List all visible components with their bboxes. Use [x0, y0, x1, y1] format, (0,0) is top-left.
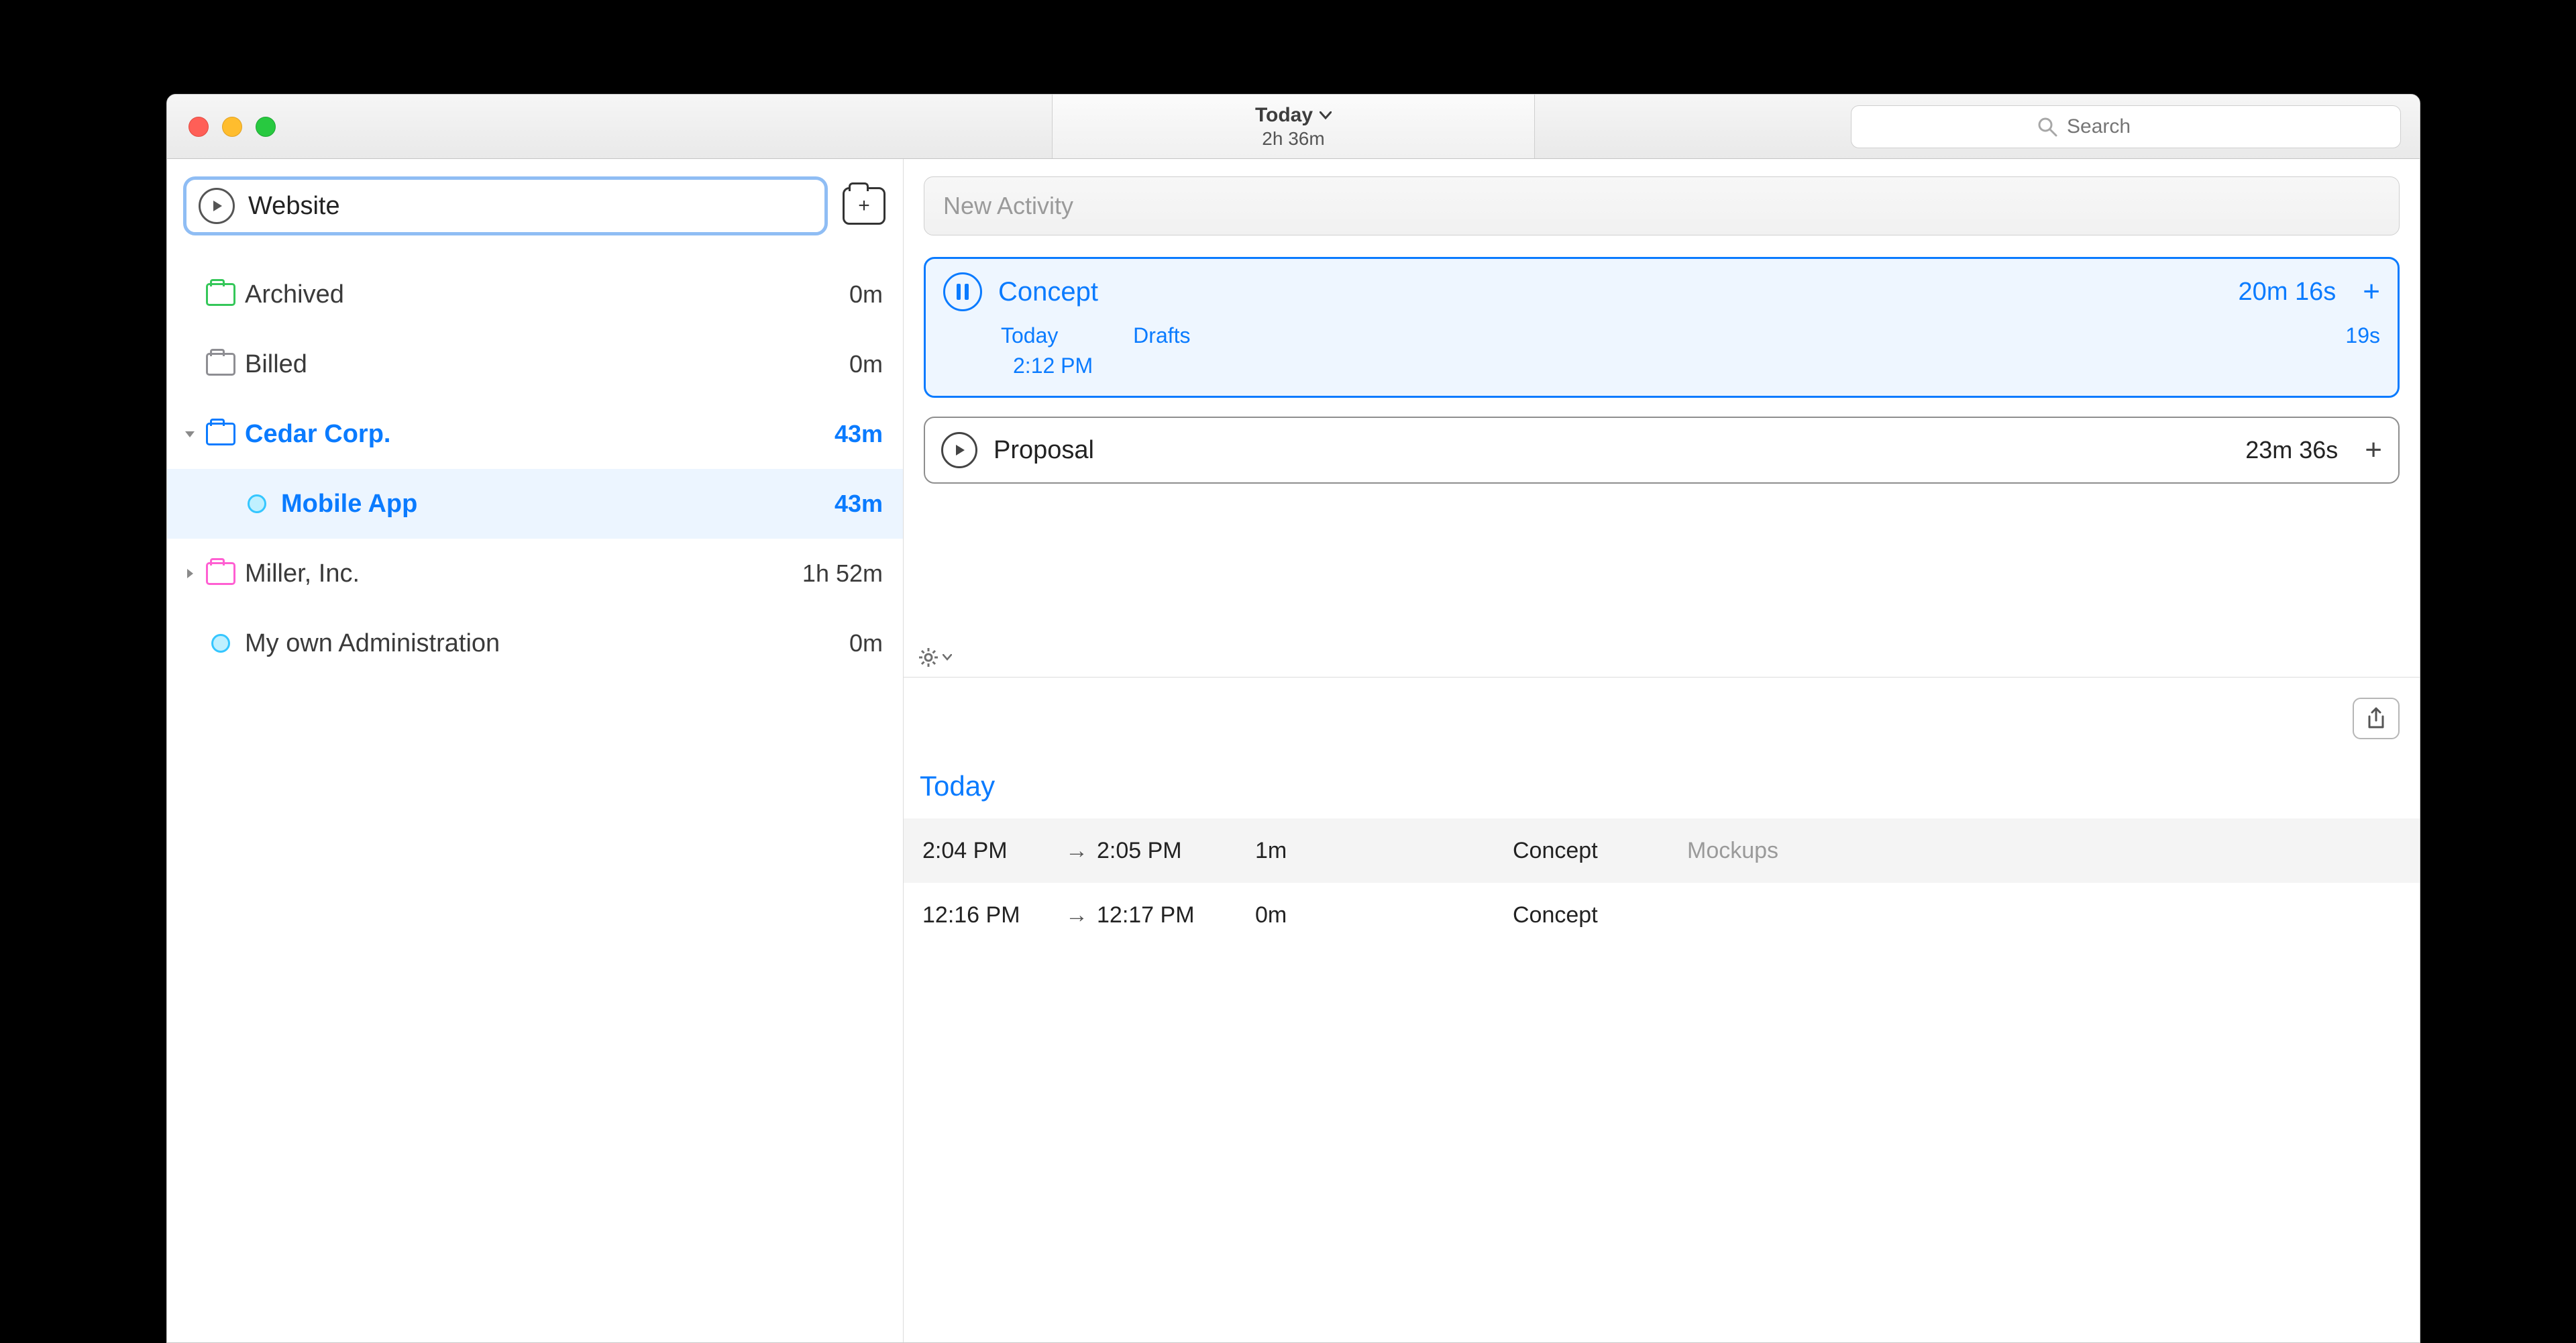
sidebar-item-time: 0m: [849, 280, 883, 309]
activity-card-concept[interactable]: Concept 20m 16s + Today 2:12 PM Drafts: [924, 257, 2400, 398]
folder-icon: [206, 283, 235, 306]
search-icon: [2037, 117, 2057, 137]
log-row[interactable]: 2:04 PM → 2:05 PM 1m Concept Mockups: [904, 818, 2420, 883]
entry-day: Today: [1001, 323, 1093, 348]
add-time-button[interactable]: +: [2352, 277, 2380, 307]
sidebar-item-label: Billed: [239, 350, 849, 379]
sidebar-item-label: Cedar Corp.: [239, 420, 835, 449]
activity-card-proposal[interactable]: Proposal 23m 36s +: [924, 417, 2400, 484]
entry-duration: 19s: [2345, 323, 2380, 348]
log-to: 12:17 PM: [1097, 902, 1231, 928]
new-activity-field[interactable]: New Activity: [924, 176, 2400, 235]
log-from: 12:16 PM: [922, 902, 1057, 928]
chevron-down-icon: [1320, 111, 1332, 119]
arrow-icon: →: [1057, 838, 1097, 864]
sidebar-item-time: 43m: [835, 420, 883, 448]
sidebar-item-my-own-administration[interactable]: My own Administration 0m: [167, 608, 903, 678]
close-window-button[interactable]: [189, 117, 209, 137]
sidebar-item-time: 0m: [849, 629, 883, 657]
new-project-field[interactable]: [183, 176, 828, 235]
app-window: Today 2h 36m: [166, 94, 2420, 1343]
titlebar: Today 2h 36m: [167, 95, 2420, 159]
disclosure-triangle-icon[interactable]: [178, 427, 202, 441]
disclosure-triangle-icon[interactable]: [178, 567, 202, 580]
log-to: 2:05 PM: [1097, 838, 1231, 864]
total-time: 2h 36m: [1262, 128, 1324, 150]
new-project-input[interactable]: [248, 192, 812, 221]
sidebar-item-label: Archived: [239, 280, 849, 309]
log-from: 2:04 PM: [922, 838, 1057, 864]
new-activity-placeholder: New Activity: [943, 192, 1073, 220]
sidebar-item-archived[interactable]: Archived 0m: [167, 260, 903, 329]
chevron-down-icon: [943, 654, 952, 661]
folder-icon: [206, 353, 235, 376]
gear-icon: [918, 647, 938, 667]
project-dot-icon: [248, 494, 266, 513]
entry-tag: Drafts: [1133, 323, 1190, 348]
project-dot-icon: [211, 634, 230, 653]
new-folder-button[interactable]: +: [843, 187, 885, 225]
folder-icon: [206, 562, 235, 585]
log-dur: 0m: [1231, 902, 1338, 928]
sidebar-item-miller-inc[interactable]: Miller, Inc. 1h 52m: [167, 539, 903, 608]
sidebar: + Archived 0m Billed 0m: [167, 159, 904, 1342]
sidebar-item-cedar-corp[interactable]: Cedar Corp. 43m: [167, 399, 903, 469]
zoom-window-button[interactable]: [256, 117, 276, 137]
activity-duration: 20m 16s: [2239, 278, 2337, 307]
log-row[interactable]: 12:16 PM → 12:17 PM 0m Concept: [904, 883, 2420, 947]
minimize-window-button[interactable]: [222, 117, 242, 137]
search-field[interactable]: [1851, 105, 2401, 148]
date-summary-dropdown[interactable]: Today 2h 36m: [1052, 95, 1535, 158]
log-dur: 1m: [1231, 838, 1338, 864]
sidebar-item-label: My own Administration: [239, 629, 849, 658]
sidebar-item-time: 43m: [835, 490, 883, 518]
arrow-icon: →: [1057, 902, 1097, 928]
sidebar-item-billed[interactable]: Billed 0m: [167, 329, 903, 399]
play-icon[interactable]: [199, 188, 235, 224]
pause-button[interactable]: [943, 272, 982, 311]
share-button[interactable]: [2353, 698, 2400, 739]
sidebar-item-time: 1h 52m: [802, 559, 883, 588]
sidebar-item-label: Mobile App: [276, 490, 835, 519]
activity-title: Proposal: [994, 436, 2229, 465]
share-icon: [2366, 707, 2386, 730]
log-name: Concept: [1338, 902, 1687, 928]
log-note: Mockups: [1687, 838, 1778, 864]
activity-duration: 23m 36s: [2245, 436, 2338, 464]
search-input[interactable]: [2067, 115, 2214, 138]
folder-icon: [206, 423, 235, 445]
sidebar-item-time: 0m: [849, 350, 883, 378]
plus-icon: +: [858, 196, 870, 216]
play-button[interactable]: [941, 432, 977, 468]
project-list: Archived 0m Billed 0m Cedar: [167, 253, 903, 678]
entry-time: 2:12 PM: [1001, 354, 1093, 378]
date-label: Today: [1255, 104, 1313, 127]
settings-menu-button[interactable]: [918, 647, 952, 667]
sidebar-item-mobile-app[interactable]: Mobile App 43m: [167, 469, 903, 539]
sidebar-item-label: Miller, Inc.: [239, 559, 802, 588]
main-panel: New Activity Concept 20m 16s + Today 2:1…: [904, 159, 2420, 1342]
add-time-button[interactable]: +: [2354, 435, 2382, 465]
activity-title: Concept: [998, 277, 2222, 307]
log-section-title: Today: [904, 746, 2420, 818]
log-name: Concept: [1338, 838, 1687, 864]
window-controls: [167, 95, 368, 158]
